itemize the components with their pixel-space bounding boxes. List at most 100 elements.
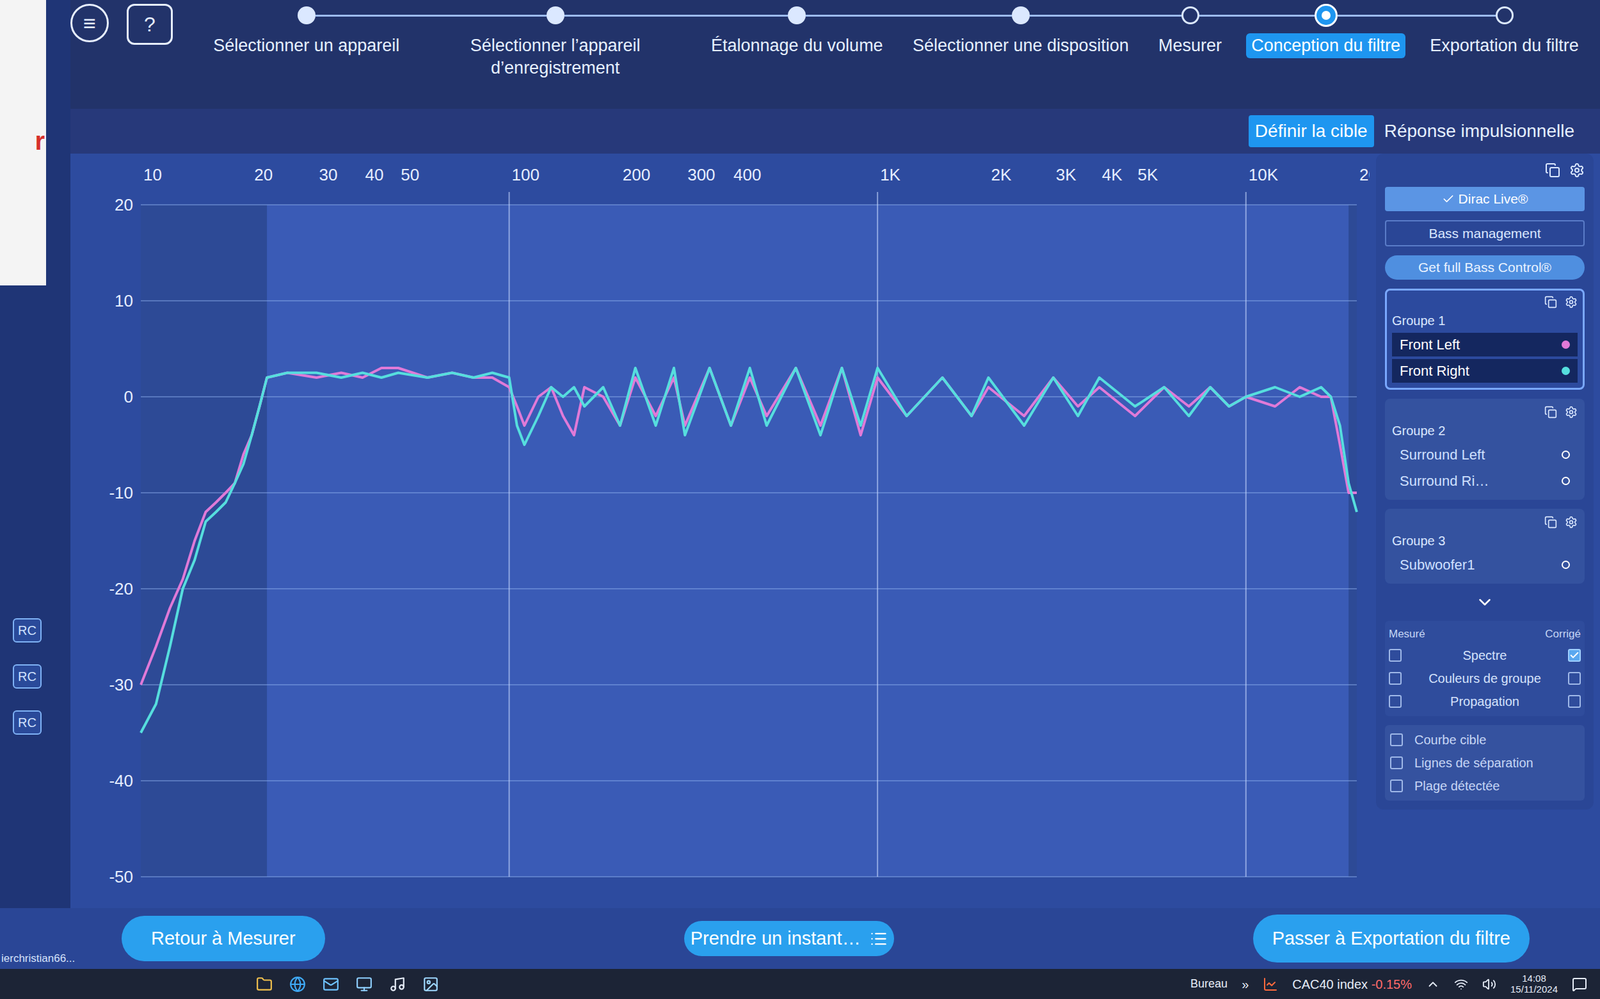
step[interactable]: Sélectionner une disposition	[897, 0, 1144, 109]
volume-icon[interactable]	[1482, 977, 1497, 992]
music-icon[interactable]	[389, 976, 406, 993]
y-tick: -20	[108, 579, 134, 599]
x-tick: 10K	[1248, 165, 1279, 185]
monitor-icon[interactable]	[355, 976, 373, 993]
view-row: Propagation	[1388, 691, 1581, 712]
channel-row[interactable]: Front Left	[1392, 332, 1578, 357]
settings-icon[interactable]	[1564, 405, 1578, 419]
rc-badge[interactable]: RC	[12, 664, 42, 689]
channel-group[interactable]: Groupe 1Front LeftFront Right	[1384, 288, 1585, 390]
link-icon[interactable]	[1544, 295, 1558, 309]
step[interactable]: Sélectionner l’appareil d’enregistrement	[414, 0, 697, 109]
x-tick: 40	[365, 165, 384, 185]
x-tick: 50	[400, 165, 420, 185]
grid-line	[140, 588, 1357, 590]
mode-button[interactable]: Bass management	[1384, 220, 1585, 248]
step-label: Sélectionner l’appareil d’enregistrement	[424, 33, 687, 81]
link-icon[interactable]	[1544, 405, 1558, 419]
step[interactable]: Exportation du filtre	[1415, 0, 1594, 109]
channel-dot	[1561, 450, 1570, 459]
list-icon	[869, 929, 888, 948]
channel-dot	[1561, 340, 1570, 349]
grid-line	[140, 204, 1357, 206]
measured-checkbox[interactable]	[1388, 648, 1402, 662]
overlay-checkbox[interactable]	[1390, 733, 1403, 747]
corrected-checkbox[interactable]	[1568, 672, 1581, 685]
desktop-label[interactable]: Bureau	[1190, 975, 1228, 993]
response-curve	[140, 368, 1357, 733]
snapshot-button[interactable]: Prendre un instant…	[684, 920, 895, 957]
link-icon[interactable]	[1544, 515, 1558, 529]
rc-badge[interactable]: RC	[12, 710, 42, 735]
group-name: Groupe 3	[1392, 531, 1578, 551]
response-curve	[140, 368, 1357, 685]
notification-icon[interactable]	[1571, 976, 1588, 992]
stock-icon	[1262, 976, 1279, 992]
copy-icon[interactable]	[1544, 162, 1561, 178]
step-label: Sélectionner un appareil	[208, 33, 405, 59]
mail-icon[interactable]	[322, 976, 340, 993]
back-button[interactable]: Retour à Mesurer	[121, 915, 326, 962]
subtabs: Définir la cibleRéponse impulsionnelle	[70, 108, 1600, 154]
more-button[interactable]: »	[1241, 974, 1249, 994]
step-dot	[546, 6, 565, 25]
mode-button[interactable]: Get full Bass Control®	[1384, 255, 1585, 280]
help-button[interactable]: ?	[126, 3, 173, 45]
step-label: Mesurer	[1153, 33, 1227, 59]
expand-icon[interactable]	[1475, 592, 1495, 612]
overlay-checkbox[interactable]	[1390, 779, 1403, 793]
y-tick: 0	[124, 387, 134, 407]
step[interactable]: Conception du filtre	[1236, 0, 1416, 109]
overlay-checkbox[interactable]	[1390, 756, 1403, 770]
step-dot	[787, 6, 806, 25]
photos-icon[interactable]	[422, 976, 440, 993]
channel-group[interactable]: Groupe 2Surround LeftSurround Ri…	[1384, 398, 1585, 500]
step[interactable]: Sélectionner un appareil	[198, 0, 415, 109]
ticker[interactable]: CAC40 index -0.15%	[1292, 974, 1412, 994]
step[interactable]: Étalonnage du volume	[696, 0, 898, 109]
user-name: ierchristian66...	[0, 950, 122, 970]
channel-row[interactable]: Surround Left	[1392, 442, 1578, 467]
channel-dot	[1561, 560, 1570, 569]
menu-button[interactable]: ≡	[70, 3, 109, 43]
grid-line	[508, 192, 511, 877]
grid-line	[140, 300, 1357, 302]
x-tick: 20	[254, 165, 273, 185]
channel-group[interactable]: Groupe 3Subwoofer1	[1384, 508, 1585, 584]
step-dot	[297, 6, 316, 25]
left-strip: rRCRCRC	[0, 0, 71, 909]
frequency-chart: 20100-10-20-30-40-5010203040501002003004…	[70, 153, 1370, 903]
x-tick: 1K	[880, 165, 901, 185]
y-tick: -10	[108, 483, 134, 503]
settings-icon[interactable]	[1569, 162, 1585, 178]
x-tick: 5K	[1137, 165, 1158, 185]
x-tick: 30	[319, 165, 338, 185]
overlay-row[interactable]: Plage détectée	[1390, 776, 1580, 796]
x-tick: 20K	[1359, 165, 1370, 185]
folder-icon[interactable]	[256, 976, 273, 993]
corrected-checkbox[interactable]	[1568, 695, 1581, 708]
overlay-row[interactable]: Lignes de séparation	[1390, 753, 1580, 773]
step[interactable]: Mesurer	[1143, 0, 1237, 109]
network-icon[interactable]	[1454, 977, 1469, 992]
subtab[interactable]: Définir la cible	[1248, 115, 1375, 148]
measured-checkbox[interactable]	[1388, 672, 1402, 685]
taskbar: Bureau » CAC40 index -0.15% 14:0815/11/2024	[0, 968, 1600, 999]
step-label: Étalonnage du volume	[705, 33, 889, 59]
channel-row[interactable]: Surround Ri…	[1392, 469, 1578, 493]
clock[interactable]: 14:0815/11/2024	[1510, 973, 1558, 995]
measured-checkbox[interactable]	[1388, 695, 1402, 708]
x-tick: 3K	[1056, 165, 1077, 185]
channel-row[interactable]: Front Right	[1392, 359, 1578, 383]
settings-icon[interactable]	[1564, 295, 1578, 309]
corrected-checkbox[interactable]	[1568, 648, 1581, 662]
subtab[interactable]: Réponse impulsionnelle	[1377, 115, 1581, 148]
next-button[interactable]: Passer à Exportation du filtre	[1253, 914, 1530, 964]
tray-icon[interactable]	[1425, 977, 1440, 992]
rc-badge[interactable]: RC	[12, 618, 42, 643]
settings-icon[interactable]	[1564, 515, 1578, 529]
browser-icon[interactable]	[289, 976, 306, 993]
overlay-row[interactable]: Courbe cible	[1390, 730, 1580, 750]
channel-row[interactable]: Subwoofer1	[1392, 552, 1578, 577]
mode-button[interactable]: Dirac Live®	[1384, 186, 1585, 212]
